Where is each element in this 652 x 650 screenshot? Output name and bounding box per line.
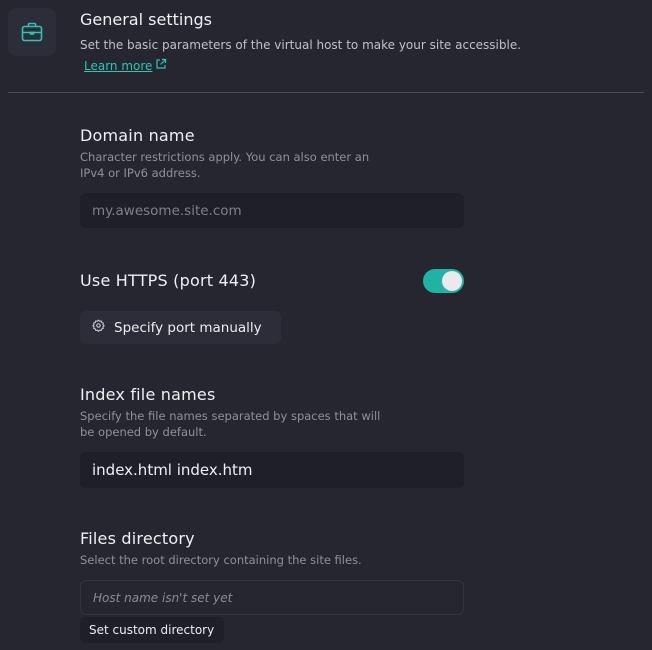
briefcase-icon — [8, 8, 56, 56]
set-custom-directory-button[interactable]: Set custom directory — [80, 617, 225, 643]
specify-port-label: Specify port manually — [114, 319, 262, 336]
learn-more-link[interactable]: Learn more — [84, 58, 167, 73]
page-title: General settings — [80, 10, 212, 29]
domain-name-input[interactable] — [80, 193, 464, 228]
domain-desc-line2: IPv4 or IPv6 address. — [80, 166, 201, 180]
external-link-icon — [155, 58, 167, 73]
index-desc-line2: be opened by default. — [80, 425, 207, 439]
header-divider — [8, 92, 644, 93]
files-directory-description: Select the root directory containing the… — [80, 553, 362, 567]
domain-desc-line1: Character restrictions apply. You can al… — [80, 150, 370, 164]
files-directory-input[interactable] — [80, 580, 464, 615]
index-file-names-input[interactable] — [80, 452, 464, 488]
domain-name-title: Domain name — [80, 126, 195, 145]
index-desc-line1: Specify the file names separated by spac… — [80, 409, 381, 423]
https-label: Use HTTPS (port 443) — [80, 271, 257, 290]
specify-port-button[interactable]: Specify port manually — [80, 311, 281, 344]
https-toggle[interactable] — [423, 269, 464, 293]
page-description: Set the basic parameters of the virtual … — [80, 38, 522, 52]
index-file-names-description: Specify the file names separated by spac… — [80, 408, 410, 440]
domain-name-description: Character restrictions apply. You can al… — [80, 149, 410, 181]
index-file-names-title: Index file names — [80, 385, 216, 404]
toggle-knob — [442, 271, 462, 291]
general-settings-page: General settings Set the basic parameter… — [0, 0, 652, 650]
gear-icon — [92, 319, 105, 336]
learn-more-label: Learn more — [84, 58, 153, 73]
files-directory-title: Files directory — [80, 529, 195, 548]
